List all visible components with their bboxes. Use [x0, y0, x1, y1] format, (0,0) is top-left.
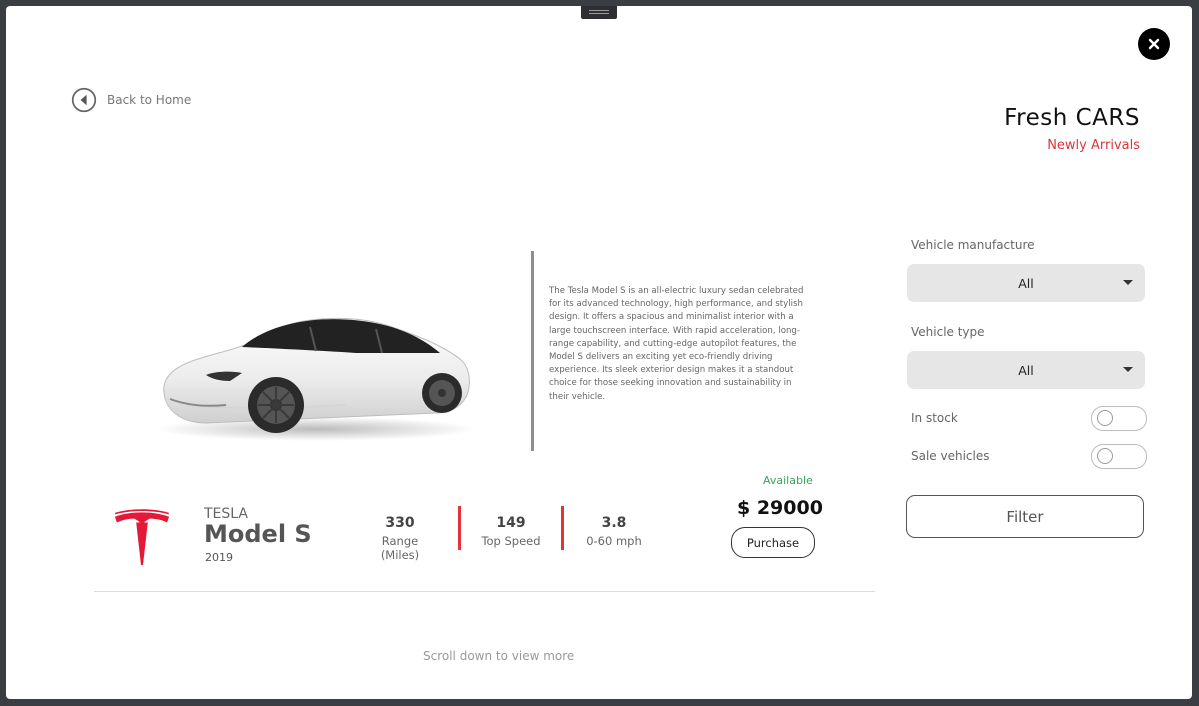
- car-model: Model S: [204, 520, 312, 548]
- stat-value: 330: [385, 515, 415, 531]
- stat-separator: [458, 506, 461, 550]
- stat-value: 3.8: [601, 515, 627, 531]
- in-stock-label: In stock: [911, 411, 958, 425]
- stat-label: Range (Miles): [380, 534, 420, 562]
- availability-status: Available: [763, 474, 813, 487]
- vehicle-type-select[interactable]: All: [907, 351, 1145, 389]
- vehicle-type-value: All: [1018, 362, 1034, 378]
- vertical-divider: [531, 251, 534, 451]
- sale-vehicles-label: Sale vehicles: [911, 449, 990, 463]
- brand-title: Fresh CARS: [1004, 105, 1140, 131]
- chevron-down-icon: [1123, 367, 1133, 372]
- brand-subtitle: Newly Arrivals: [1047, 138, 1140, 153]
- tesla-logo: [114, 509, 170, 566]
- chevron-down-icon: [1123, 280, 1133, 285]
- scroll-hint: Scroll down to view more: [423, 649, 575, 663]
- stat-label: Top Speed: [481, 534, 541, 548]
- car-image: [156, 317, 476, 441]
- sale-vehicles-toggle[interactable]: [1091, 444, 1147, 469]
- back-label: Back to Home: [107, 93, 192, 107]
- stat-separator: [561, 506, 564, 550]
- toggle-knob: [1097, 410, 1113, 426]
- car-price: $ 29000: [737, 497, 823, 519]
- close-button[interactable]: [1138, 28, 1170, 60]
- stat-label: 0-60 mph: [586, 534, 642, 548]
- vehicle-type-label: Vehicle type: [911, 325, 985, 339]
- car-year: 2019: [205, 551, 233, 564]
- car-description: The Tesla Model S is an all-electric lux…: [549, 286, 804, 402]
- app-window: Back to Home Fresh CARS Newly Arrivals T…: [6, 6, 1192, 699]
- stat-top-speed: 149 Top Speed: [481, 515, 541, 548]
- filter-button[interactable]: Filter: [906, 495, 1144, 538]
- purchase-button[interactable]: Purchase: [731, 527, 815, 558]
- horizontal-divider: [94, 591, 875, 592]
- stat-acceleration: 3.8 0-60 mph: [584, 515, 644, 548]
- stat-value: 149: [496, 515, 526, 531]
- drag-handle[interactable]: [581, 6, 617, 19]
- in-stock-toggle[interactable]: [1091, 406, 1147, 431]
- back-to-home-link[interactable]: Back to Home: [71, 87, 191, 113]
- manufacture-value: All: [1018, 275, 1034, 291]
- back-arrow-icon: [71, 87, 97, 113]
- stat-range: 330 Range (Miles): [364, 515, 436, 562]
- manufacture-select[interactable]: All: [907, 264, 1145, 302]
- manufacture-label: Vehicle manufacture: [911, 238, 1035, 252]
- toggle-knob: [1097, 448, 1113, 464]
- close-icon: [1148, 38, 1160, 50]
